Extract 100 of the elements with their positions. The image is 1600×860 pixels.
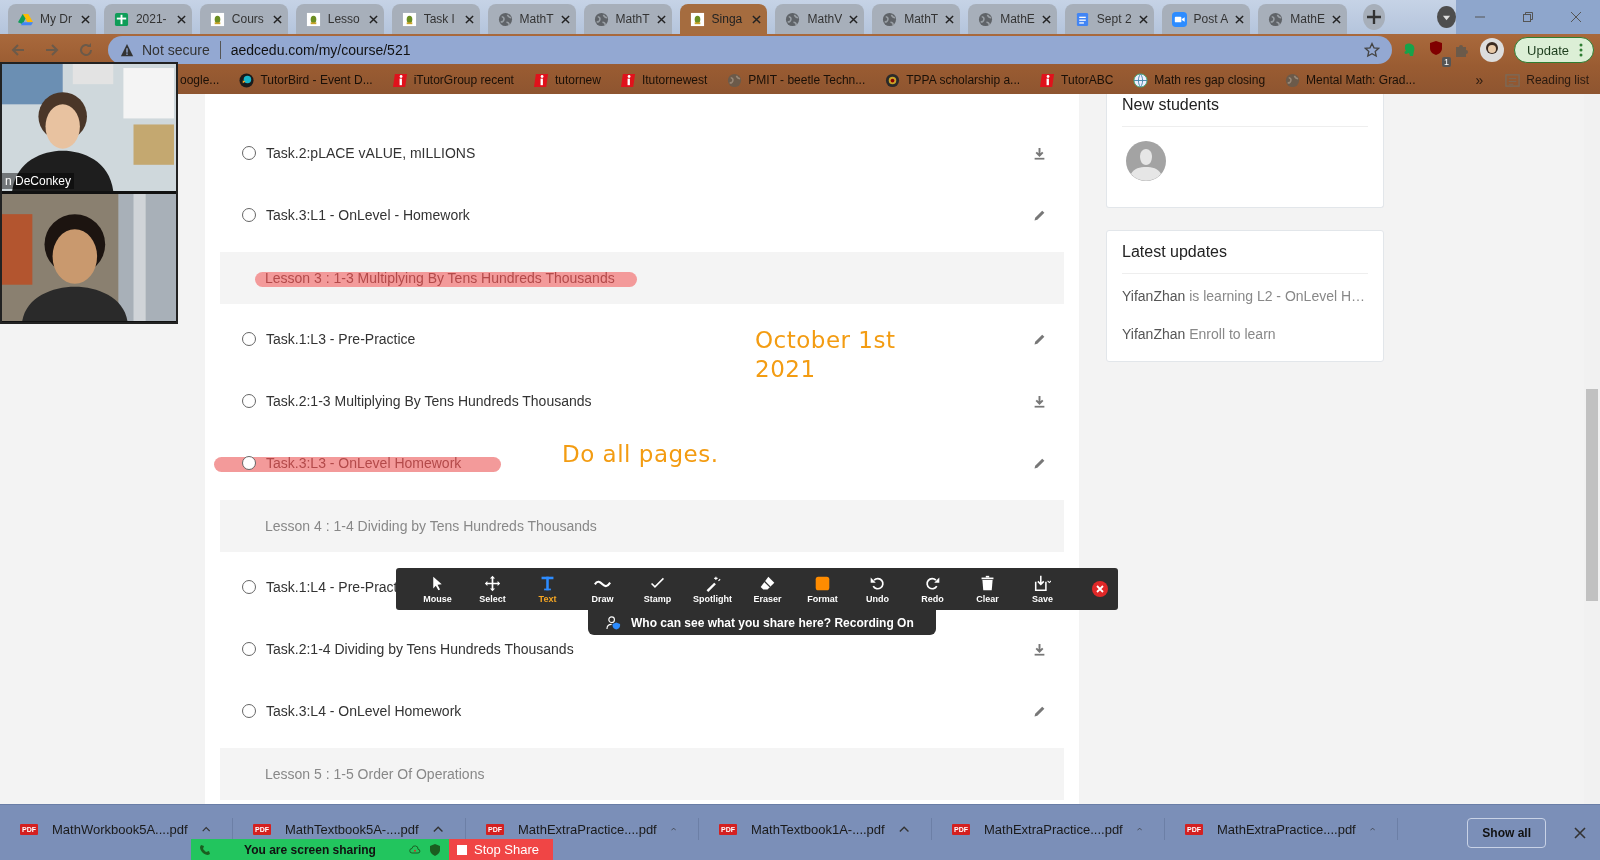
task-link[interactable]: Task.2:1-4 Dividing by Tens Hundreds Thousands xyxy=(266,641,574,658)
close-icon[interactable] xyxy=(1092,581,1108,598)
radio-button[interactable] xyxy=(242,332,256,347)
bookmark[interactable]: tutornew xyxy=(533,72,601,88)
close-icon[interactable] xyxy=(849,14,859,24)
radio-button[interactable] xyxy=(242,208,256,223)
browser-tab[interactable]: Singa xyxy=(679,4,768,34)
browser-tab[interactable]: My Dr xyxy=(8,4,96,34)
close-icon[interactable] xyxy=(176,14,186,24)
plus-icon xyxy=(1367,10,1382,24)
radio-button[interactable] xyxy=(242,642,256,657)
browser-tab[interactable]: Cours xyxy=(199,4,288,34)
browser-tab[interactable]: 2021- xyxy=(103,4,192,34)
star-icon[interactable] xyxy=(1364,42,1381,58)
shield-icon[interactable] xyxy=(1428,40,1445,56)
letter-logo-icon xyxy=(392,72,408,88)
reading-list-button[interactable]: Reading list xyxy=(1505,72,1589,88)
tool-button[interactable]: Undo xyxy=(850,569,905,610)
radio-button[interactable] xyxy=(242,146,256,161)
close-icon[interactable] xyxy=(464,14,474,24)
download-icon[interactable] xyxy=(1033,146,1046,160)
bookmark[interactable]: TPPA scholarship a... xyxy=(885,72,1021,88)
close-icon[interactable] xyxy=(656,14,666,24)
close-icon[interactable] xyxy=(560,14,570,24)
close-icon[interactable] xyxy=(1235,14,1245,24)
close-icon[interactable] xyxy=(368,14,378,24)
bookmark[interactable]: iTutorGroup recent xyxy=(392,72,514,88)
profile-avatar[interactable] xyxy=(1480,38,1505,62)
pencil-icon[interactable] xyxy=(1033,208,1046,222)
close-icon[interactable] xyxy=(945,14,955,24)
update-entry: YifanZhan Enroll to learn xyxy=(1122,326,1277,343)
tool-button[interactable]: Eraser xyxy=(740,569,795,610)
cloud-icon xyxy=(409,843,421,856)
task-link[interactable]: Task.2:pLACE vALUE, mILLIONS xyxy=(266,145,476,162)
browser-tab[interactable]: MathT xyxy=(487,4,576,34)
tool-button[interactable]: Stamp xyxy=(630,569,685,610)
user-avatar[interactable] xyxy=(1126,141,1166,182)
address-bar[interactable]: Not secure aedcedu.com/my/course/521 xyxy=(108,36,1393,64)
browser-tab[interactable]: MathT xyxy=(583,4,672,34)
bookmark[interactable]: oogle... xyxy=(180,73,220,88)
close-icon[interactable] xyxy=(80,14,90,24)
task-link[interactable]: Task.3:L4 - OnLevel Homework xyxy=(266,703,462,720)
caret-icon[interactable] xyxy=(898,825,909,834)
close-icon[interactable] xyxy=(272,14,282,24)
bookmark[interactable]: TutorBird - Event D... xyxy=(239,72,373,88)
bookmark[interactable]: Mental Math: Grad... xyxy=(1285,72,1416,88)
radio-button[interactable] xyxy=(242,580,256,595)
radio-button[interactable] xyxy=(242,394,256,409)
tool-button[interactable]: Mouse xyxy=(410,569,465,610)
update-entry: YifanZhan is learning L2 - OnLevel H… xyxy=(1122,288,1367,305)
browser-tab[interactable]: MathE xyxy=(968,4,1057,34)
drive-icon xyxy=(18,11,33,27)
browser-tab[interactable]: MathT xyxy=(872,4,961,34)
recording-notice[interactable]: Who can see what you share here? Recording On xyxy=(588,610,936,636)
download-icon[interactable] xyxy=(1033,394,1046,408)
scrollbar-thumb[interactable] xyxy=(1586,389,1598,602)
radio-button[interactable] xyxy=(242,704,256,719)
tool-button[interactable]: Draw xyxy=(575,569,630,610)
task-link[interactable]: Task.1:L4 - Pre-Pract xyxy=(266,579,398,596)
pencil-icon[interactable] xyxy=(1033,456,1046,470)
tool-button[interactable]: Format xyxy=(795,569,850,610)
browser-tab[interactable]: Sept 2 xyxy=(1064,4,1154,34)
caret-icon[interactable] xyxy=(201,825,210,834)
move-icon xyxy=(484,574,501,592)
pencil-icon[interactable] xyxy=(1033,704,1046,718)
browser-tab[interactable]: MathV xyxy=(775,4,865,34)
bookmark[interactable]: Math res gap closing xyxy=(1133,72,1266,88)
pencil-icon[interactable] xyxy=(1033,332,1046,346)
close-icon[interactable] xyxy=(1138,14,1148,24)
warning-icon xyxy=(120,43,134,57)
bookmark[interactable]: TutorABC xyxy=(1040,72,1114,88)
browser-tab[interactable]: Lesso xyxy=(295,4,384,34)
browser-tab[interactable]: Task l xyxy=(391,4,480,34)
task-link[interactable]: Task.1:L3 - Pre-Practice xyxy=(266,331,416,348)
stop-share-button[interactable]: Stop Share xyxy=(449,839,554,860)
tool-button[interactable]: Select xyxy=(465,569,520,610)
browser-tab[interactable]: Post A xyxy=(1161,4,1251,34)
text-tool-icon xyxy=(539,574,556,592)
tool-button[interactable]: Clear xyxy=(960,569,1015,610)
bookmark[interactable]: Itutornewest xyxy=(620,72,708,88)
task-link[interactable]: Task.2:1-3 Multiplying By Tens Hundreds Thousands xyxy=(266,393,592,410)
letter-logo-icon xyxy=(620,72,636,88)
radio-button[interactable] xyxy=(242,456,256,471)
task-link[interactable]: Task.3:L1 - OnLevel - Homework xyxy=(266,207,470,224)
card-title: Latest updates xyxy=(1122,243,1228,263)
tool-button[interactable]: Text xyxy=(520,569,575,610)
tool-button[interactable]: Redo xyxy=(905,569,960,610)
download-icon[interactable] xyxy=(1033,642,1046,656)
tool-button[interactable]: Spotlight xyxy=(685,569,740,610)
letter-logo-icon xyxy=(533,72,549,88)
tool-button[interactable]: Save xyxy=(1015,569,1070,610)
close-icon[interactable] xyxy=(1041,14,1051,24)
new-tab-button[interactable] xyxy=(1362,4,1386,30)
caret-icon[interactable] xyxy=(432,825,443,834)
tab-search-button[interactable] xyxy=(1437,6,1456,28)
browser-tab[interactable]: MathE xyxy=(1258,4,1347,34)
show-all-button[interactable]: Show all xyxy=(1467,817,1546,848)
bookmark[interactable]: PMIT - beetle Techn... xyxy=(727,72,866,88)
update-button[interactable]: Update xyxy=(1514,37,1594,63)
close-icon[interactable] xyxy=(1331,14,1341,24)
